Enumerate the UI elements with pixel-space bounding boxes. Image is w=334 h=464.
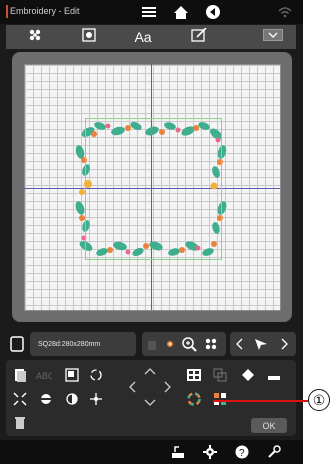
- border-icon[interactable]: [264, 366, 284, 384]
- bottom-bar: ?: [0, 440, 303, 464]
- move-up-icon[interactable]: [140, 362, 160, 380]
- callout-number: ①: [308, 389, 330, 411]
- settings-gear-icon[interactable]: [202, 444, 218, 460]
- color-wheel-icon[interactable]: [184, 390, 204, 408]
- move-right-icon[interactable]: [158, 378, 178, 396]
- zoom-in-icon[interactable]: [180, 335, 198, 353]
- help-icon[interactable]: ?: [234, 444, 250, 460]
- applique-icon[interactable]: [238, 366, 258, 384]
- prev-arrow-icon[interactable]: [232, 336, 246, 352]
- color-sort-icon[interactable]: [210, 390, 230, 408]
- move-left-icon[interactable]: [122, 378, 142, 396]
- hoop-size-text: SQ28d:280x280mm: [38, 340, 101, 348]
- delete-icon[interactable]: [10, 414, 30, 432]
- hoop-size-label[interactable]: SQ28d:280x280mm: [30, 332, 136, 356]
- pattern-view-icon[interactable]: [202, 335, 220, 353]
- rotate-icon[interactable]: [86, 366, 106, 384]
- hoop-icon[interactable]: [8, 335, 26, 353]
- pointer-icon[interactable]: [252, 336, 272, 352]
- wrench-icon[interactable]: [266, 444, 282, 460]
- move-down-icon[interactable]: [140, 394, 160, 412]
- resize-icon[interactable]: [10, 390, 30, 408]
- mirror-icon[interactable]: [62, 390, 82, 408]
- paste-icon[interactable]: [10, 366, 30, 384]
- ok-label: OK: [262, 420, 276, 431]
- selection-box: [85, 118, 222, 260]
- svg-text:ABC: ABC: [36, 371, 52, 380]
- duplicate-icon[interactable]: [210, 366, 230, 384]
- ok-button[interactable]: OK: [251, 418, 287, 433]
- align-icon[interactable]: [36, 390, 56, 408]
- svg-text:?: ?: [239, 448, 245, 459]
- center-icon[interactable]: [86, 390, 106, 408]
- hoop-move-icon[interactable]: [170, 444, 186, 460]
- flower-icon[interactable]: [162, 336, 178, 352]
- machine-screen: Embroidery - Edit Aa SQ28d:280x280mm ABC…: [0, 0, 303, 464]
- callout-line: [213, 400, 308, 402]
- abc-icon: ABC: [34, 366, 54, 384]
- multi-select-icon[interactable]: [184, 366, 204, 384]
- next-arrow-icon[interactable]: [278, 336, 292, 352]
- group-icon[interactable]: [62, 366, 82, 384]
- hand-icon[interactable]: [144, 336, 160, 352]
- info-row: SQ28d:280x280mm: [6, 332, 296, 356]
